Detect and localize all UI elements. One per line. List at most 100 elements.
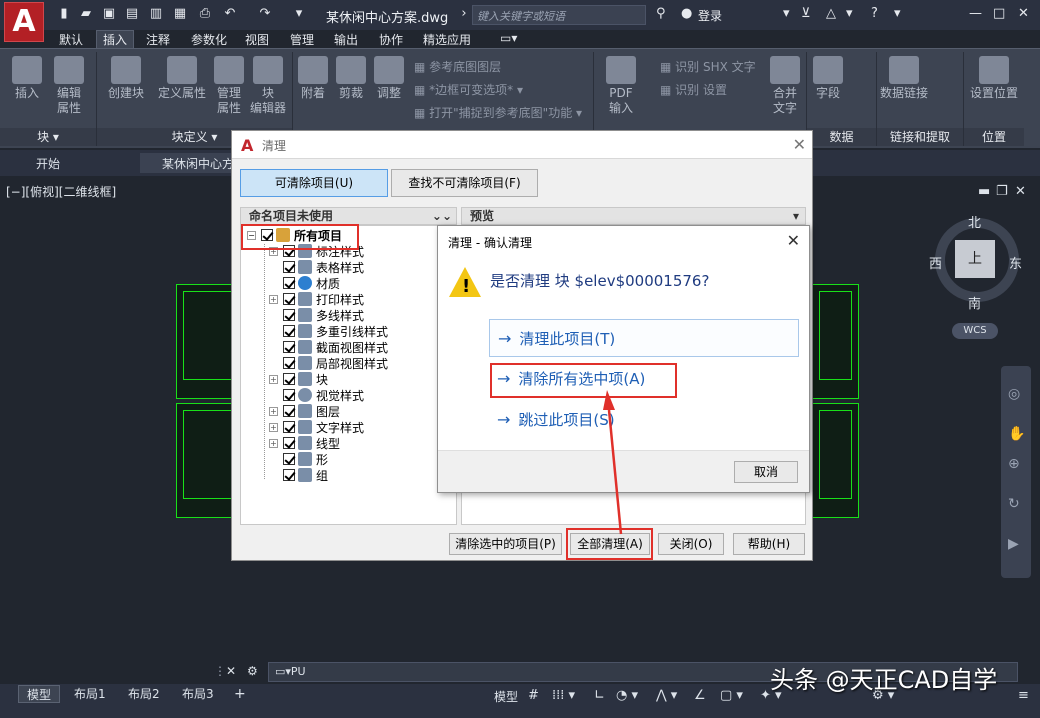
search-input[interactable]: 键入关键字或短语 — [472, 5, 646, 25]
tree-checkbox[interactable] — [283, 261, 295, 273]
layout-tab-1[interactable]: 布局1 — [66, 685, 114, 703]
tree-item-table-styles[interactable]: 表格样式 — [283, 260, 364, 276]
define-attribute-button[interactable]: 定义属性 — [154, 56, 210, 101]
login-link[interactable]: 登录 — [698, 7, 722, 24]
tree-item-multiline-styles[interactable]: 多线样式 — [283, 308, 364, 324]
tree-expand-icon[interactable]: + — [269, 439, 278, 448]
command-grip-icon[interactable]: ⋮ — [214, 664, 226, 678]
tree-item-blocks[interactable]: +块 — [283, 372, 328, 388]
tab-insert[interactable]: 插入 — [96, 30, 134, 48]
tree-item-text-styles[interactable]: +文字样式 — [283, 420, 364, 436]
tree-checkbox[interactable] — [283, 357, 295, 369]
collapse-chevron-icon[interactable]: ⌄⌄ — [432, 208, 452, 224]
skip-item-option[interactable]: →跳过此项目(S) — [489, 401, 799, 439]
quick-access-dropdown-icon[interactable]: ▾ — [291, 6, 307, 22]
tree-checkbox[interactable] — [283, 373, 295, 385]
manage-attribute-button[interactable]: 管理 属性 — [212, 56, 246, 116]
grid-icon[interactable]: # — [528, 688, 539, 703]
data-link-button[interactable]: 数据链接 — [878, 56, 930, 101]
tab-purgeable-items[interactable]: 可清除项目(U) — [240, 169, 388, 197]
open-icon[interactable]: ▰ — [78, 6, 94, 22]
tree-item-visual-styles[interactable]: 视觉样式 — [283, 388, 364, 404]
tree-expand-icon[interactable]: + — [269, 423, 278, 432]
tab-output[interactable]: 输出 — [334, 31, 358, 48]
named-items-header[interactable]: 命名项目未使用⌄⌄ — [240, 207, 457, 225]
tree-checkbox[interactable] — [283, 469, 295, 481]
compass-north[interactable]: 北 — [968, 212, 981, 231]
purge-close-icon[interactable]: ✕ — [793, 135, 806, 154]
preview-toggle-icon[interactable]: ▾ — [793, 208, 799, 224]
tree-checkbox[interactable] — [283, 293, 295, 305]
model-space-button[interactable]: 模型 — [494, 688, 518, 705]
tree-expand-icon[interactable]: + — [269, 375, 278, 384]
save-as-icon[interactable]: ▤ — [124, 6, 140, 22]
insert-button[interactable]: 插入 — [8, 56, 46, 101]
group-label-block[interactable]: 块 ▾ — [0, 128, 96, 146]
viewcube-top-face[interactable]: 上 — [955, 240, 995, 278]
clip-button[interactable]: 剪裁 — [334, 56, 368, 101]
tree-checkbox[interactable] — [283, 405, 295, 417]
snap-mode-icon[interactable]: ⁞⁞⁞ ▾ — [552, 688, 575, 703]
set-location-button[interactable]: 设置位置 — [968, 56, 1020, 101]
save-icon[interactable]: ▣ — [101, 6, 117, 22]
command-close-icon[interactable]: ✕ — [226, 664, 236, 678]
adjust-button[interactable]: 调整 — [372, 56, 406, 101]
help-button[interactable]: 帮助(H) — [733, 533, 805, 555]
recognize-shx-text-item[interactable]: ▦ 识别 SHX 文字 — [660, 58, 756, 75]
underlay-layers-item[interactable]: ▦ 参考底图图层 — [414, 58, 501, 75]
undo-icon[interactable]: ↶ — [222, 6, 238, 22]
viewport-minimize-icon[interactable]: ▬ — [978, 184, 990, 199]
layout-tab-2[interactable]: 布局2 — [120, 685, 168, 703]
save-web-icon[interactable]: ▦ — [172, 6, 188, 22]
tab-featured-apps[interactable]: 精选应用 — [423, 31, 471, 48]
zoom-extents-icon[interactable]: ⊕ — [1008, 456, 1020, 472]
viewport-restore-icon[interactable]: ❐ — [996, 184, 1008, 199]
object-snap-icon[interactable]: ▢ ▾ — [720, 688, 743, 703]
minimize-icon[interactable]: — — [969, 6, 982, 21]
tree-item-plot-styles[interactable]: +打印样式 — [283, 292, 364, 308]
isodraft-icon[interactable]: ⋀ ▾ — [656, 688, 677, 703]
tree-checkbox[interactable] — [283, 437, 295, 449]
app-logo[interactable]: A — [4, 2, 44, 42]
tree-checkbox[interactable] — [283, 341, 295, 353]
connect-icon[interactable]: △ — [826, 6, 836, 21]
create-block-button[interactable]: 创建块 — [104, 56, 148, 101]
tree-checkbox[interactable] — [283, 389, 295, 401]
purge-this-item-option[interactable]: →清理此项目(T) — [489, 319, 799, 357]
tree-item-linetypes[interactable]: +线型 — [283, 436, 340, 452]
tree-item-section-view-styles[interactable]: 截面视图样式 — [283, 340, 388, 356]
recognize-settings-item[interactable]: ▦ 识别 设置 — [660, 81, 727, 98]
tree-checkbox[interactable] — [283, 453, 295, 465]
user-icon[interactable]: ● — [681, 6, 692, 21]
combine-text-button[interactable]: 合并 文字 — [768, 56, 802, 116]
viewport-controls-label[interactable]: [−][俯视][二维线框] — [6, 183, 116, 200]
new-icon[interactable]: ▮ — [56, 6, 72, 22]
block-editor-button[interactable]: 块 编辑器 — [248, 56, 288, 116]
tree-expand-icon[interactable]: + — [269, 407, 278, 416]
tab-collaborate[interactable]: 协作 — [379, 31, 403, 48]
help-icon[interactable]: ? — [871, 6, 878, 21]
tree-checkbox[interactable] — [283, 325, 295, 337]
compass-west[interactable]: 西 — [929, 253, 942, 272]
close-app-icon[interactable]: ✕ — [1018, 6, 1029, 21]
attach-button[interactable]: 附着 — [296, 56, 330, 101]
orbit-icon[interactable]: ↻ — [1008, 496, 1020, 512]
add-layout-icon[interactable]: + — [234, 686, 246, 702]
help-dropdown-icon[interactable]: ▾ — [894, 6, 901, 21]
command-customize-icon[interactable]: ⚙ — [247, 664, 258, 678]
pan-hand-icon[interactable]: ✋ — [1008, 426, 1025, 442]
tab-default[interactable]: 默认 — [59, 31, 83, 48]
tree-checkbox[interactable] — [283, 277, 295, 289]
maximize-icon[interactable]: □ — [993, 6, 1005, 21]
purge-checked-button[interactable]: 清除选中的项目(P) — [449, 533, 562, 555]
print-icon[interactable]: ⎙ — [197, 6, 213, 22]
close-button[interactable]: 关闭(O) — [658, 533, 724, 555]
tab-manage[interactable]: 管理 — [290, 31, 314, 48]
pdf-import-button[interactable]: PDF 输入 — [599, 56, 643, 116]
viewport-close-icon[interactable]: ✕ — [1015, 184, 1026, 199]
steering-wheel-icon[interactable]: ◎ — [1008, 386, 1020, 402]
confirm-close-icon[interactable]: ✕ — [787, 231, 800, 250]
frame-options-dropdown[interactable]: ▦ *边框可变选项* ▾ — [414, 81, 523, 98]
ribbon-extra-icon[interactable]: ▭▾ — [500, 31, 517, 45]
tree-item-shapes[interactable]: 形 — [283, 452, 328, 468]
